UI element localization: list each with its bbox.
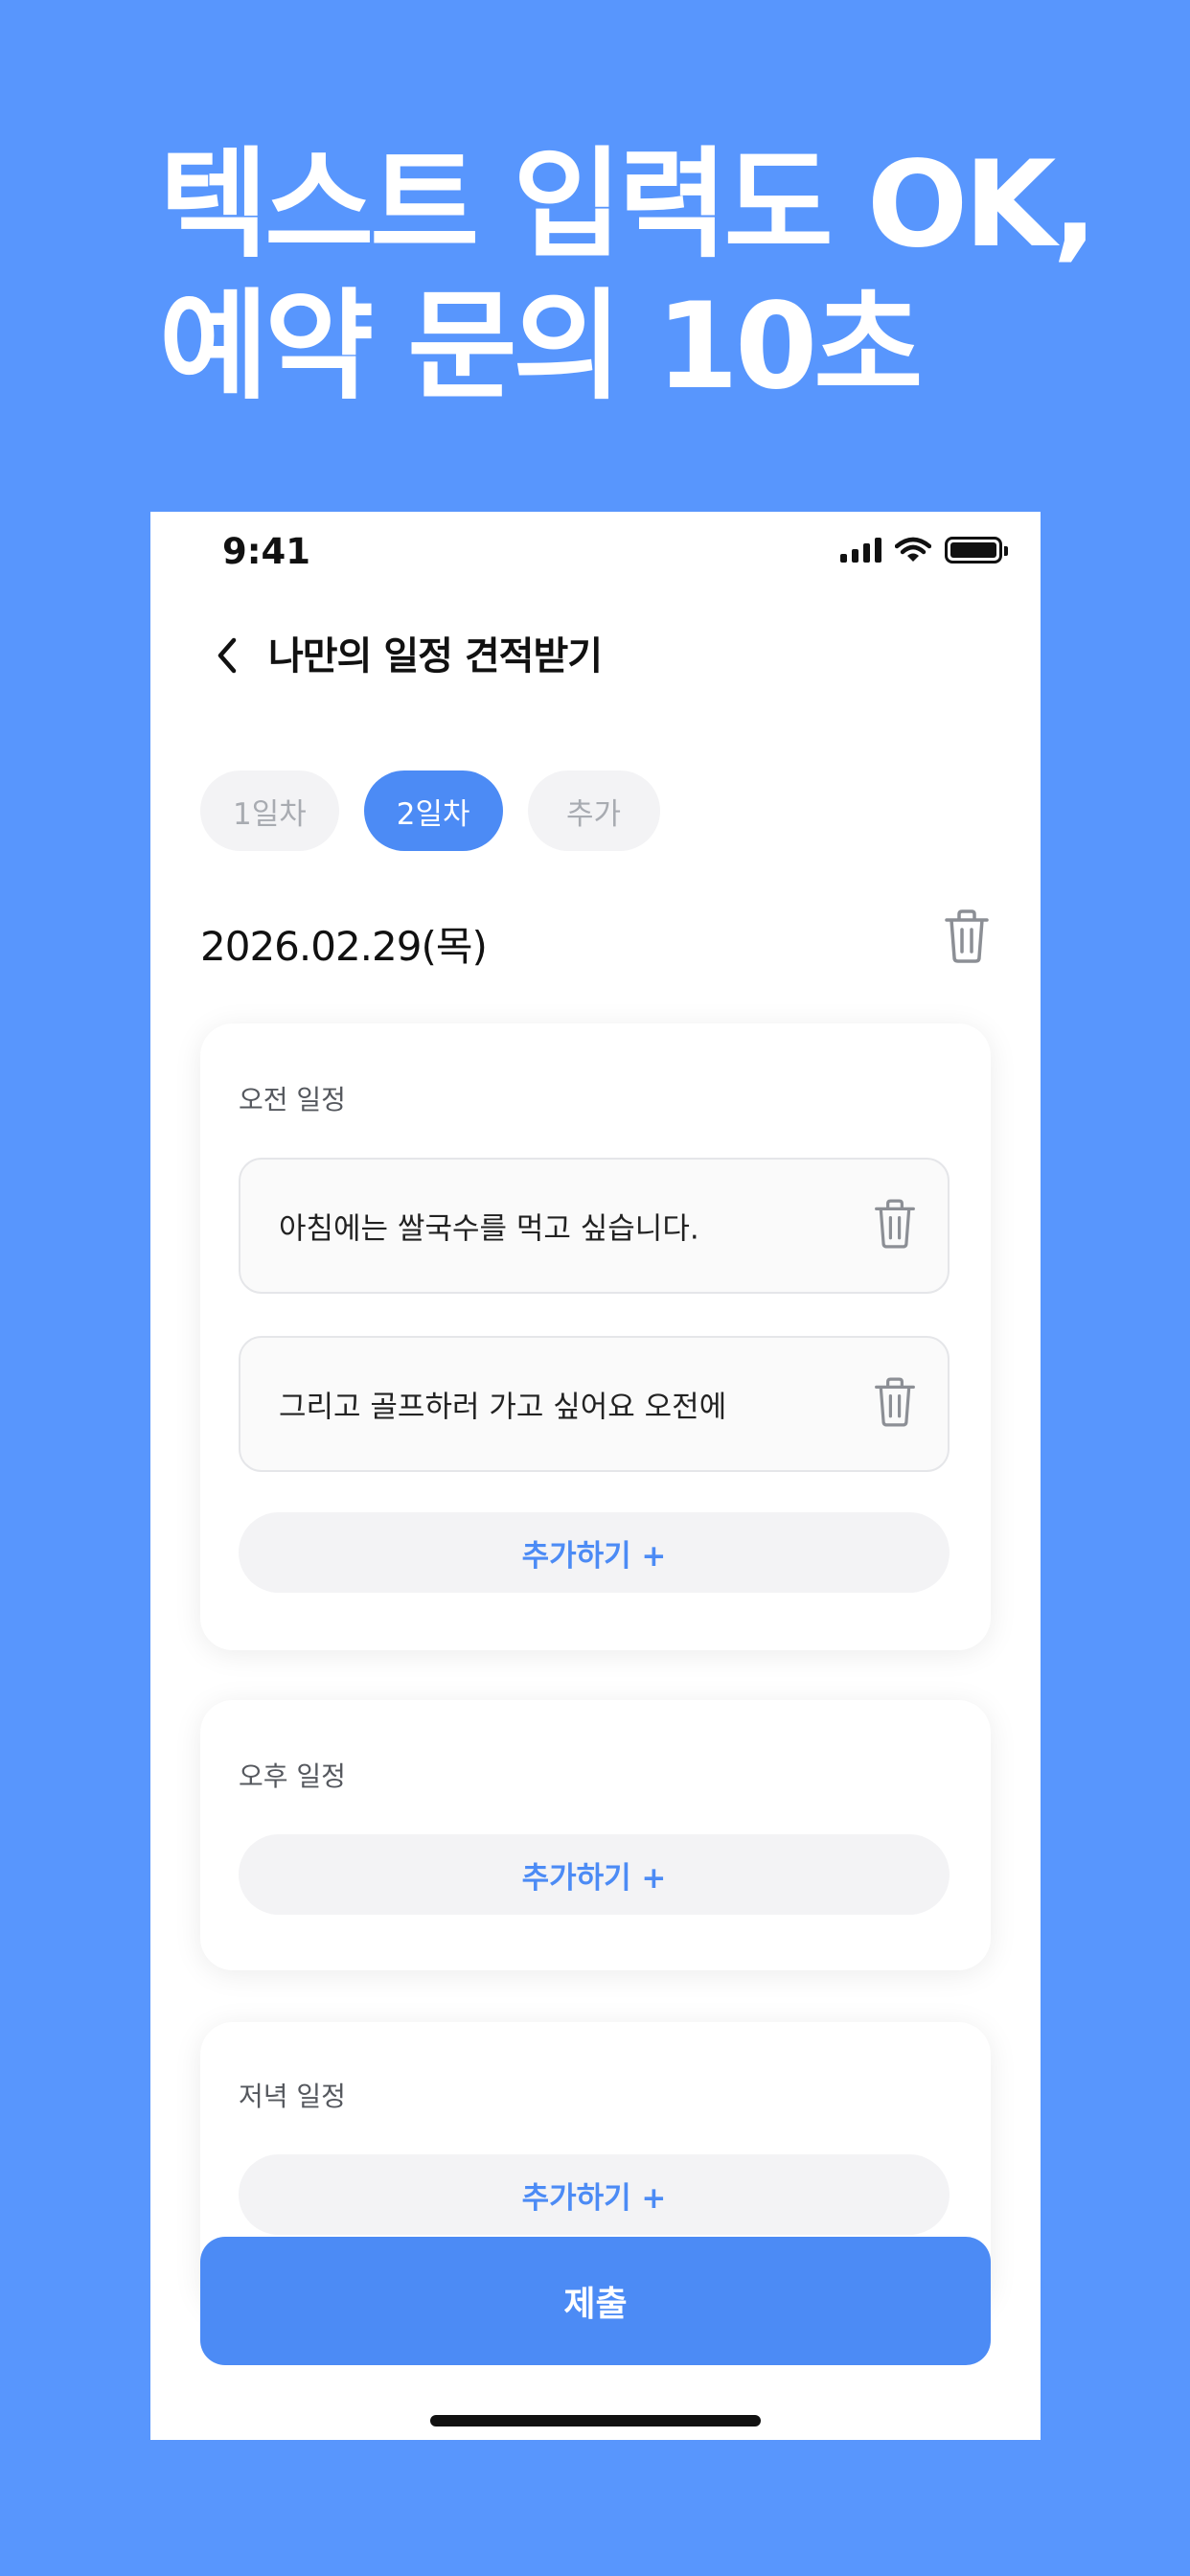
wifi-icon bbox=[895, 537, 931, 562]
schedule-entry[interactable]: 아침에는 쌀국수를 먹고 싶습니다. bbox=[239, 1158, 950, 1294]
chevron-left-icon bbox=[217, 637, 237, 674]
entry-text: 그리고 골프하러 가고 싶어요 오전에 bbox=[279, 1390, 727, 1425]
phone-screen: 9:41 나만의 일정 견적받기 1일차 2일차 추가 2026.02.29(목… bbox=[150, 512, 1041, 2440]
trash-icon bbox=[875, 1377, 915, 1427]
promo-headline: 텍스트 입력도 OK, 예약 문의 10초 bbox=[159, 134, 1097, 418]
morning-schedule-card: 오전 일정 아침에는 쌀국수를 먹고 싶습니다. 그리고 골프하러 가고 싶어요… bbox=[200, 1024, 991, 1650]
tab-add-day[interactable]: 추가 bbox=[527, 770, 660, 851]
back-button[interactable] bbox=[203, 627, 251, 684]
trash-icon bbox=[945, 909, 989, 963]
add-afternoon-entry-button[interactable]: 추가하기 + bbox=[239, 1834, 950, 1915]
entry-text: 아침에는 쌀국수를 먹고 싶습니다. bbox=[279, 1211, 699, 1247]
tab-day-2[interactable]: 2일차 bbox=[363, 770, 503, 851]
afternoon-label: 오후 일정 bbox=[239, 1760, 346, 1792]
submit-button[interactable]: 제출 bbox=[200, 2237, 991, 2365]
evening-label: 저녁 일정 bbox=[239, 2081, 346, 2112]
tab-day-1[interactable]: 1일차 bbox=[200, 770, 339, 851]
delete-entry-button[interactable] bbox=[873, 1198, 917, 1254]
delete-entry-button[interactable] bbox=[873, 1376, 917, 1432]
status-icons bbox=[840, 537, 1008, 564]
schedule-entry[interactable]: 그리고 골프하러 가고 싶어요 오전에 bbox=[239, 1336, 950, 1472]
battery-icon bbox=[945, 537, 1008, 564]
delete-day-button[interactable] bbox=[943, 908, 991, 968]
trash-icon bbox=[875, 1199, 915, 1249]
add-morning-entry-button[interactable]: 추가하기 + bbox=[239, 1512, 950, 1593]
headline-line-2: 예약 문의 10초 bbox=[159, 278, 923, 416]
status-time: 9:41 bbox=[222, 531, 311, 572]
day-tabs: 1일차 2일차 추가 bbox=[200, 770, 660, 851]
signal-icon bbox=[840, 538, 881, 563]
page-title: 나만의 일정 견적받기 bbox=[268, 634, 603, 678]
add-evening-entry-button[interactable]: 추가하기 + bbox=[239, 2154, 950, 2235]
morning-label: 오전 일정 bbox=[239, 1084, 346, 1116]
home-indicator bbox=[430, 2415, 761, 2426]
headline-line-1: 텍스트 입력도 OK, bbox=[159, 136, 1097, 274]
schedule-date: 2026.02.29(목) bbox=[200, 923, 488, 970]
afternoon-schedule-card: 오후 일정 추가하기 + bbox=[200, 1700, 991, 1970]
